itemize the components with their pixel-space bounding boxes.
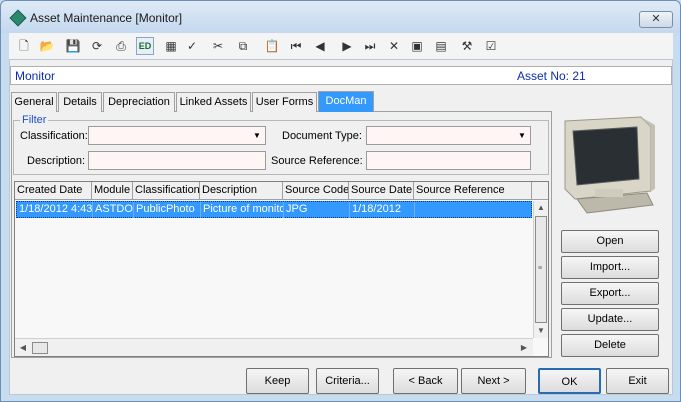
scroll-down-icon[interactable]: ▼ (535, 325, 547, 337)
ok-button[interactable]: OK (538, 368, 601, 394)
open-button[interactable]: Open (561, 230, 659, 253)
next-button[interactable]: Next > (461, 368, 526, 394)
classification-label: Classification: (20, 130, 88, 142)
horizontal-scrollbar[interactable]: ◀ ▶ (15, 338, 533, 356)
refresh-icon[interactable]: ⟳ (88, 37, 106, 55)
table-row[interactable]: 1/18/2012 4:43 ASTDOC PublicPhoto Pictur… (16, 201, 532, 218)
chevron-down-icon[interactable]: ▼ (251, 129, 263, 142)
scroll-right-icon[interactable]: ▶ (518, 342, 530, 354)
asset-maintenance-window: Asset Maintenance [Monitor] ✕ 🗋 📂 💾 ⟳ ⎙ ED ▦ ✓ ✂… (0, 0, 681, 402)
column-header-created-date[interactable]: Created Date (15, 182, 92, 200)
keep-button[interactable]: Keep (246, 368, 309, 394)
update-button[interactable]: Update... (561, 308, 659, 331)
column-header-spacer (532, 182, 548, 200)
cell-source-date: 1/18/2012 (350, 202, 415, 218)
record-header: Monitor Asset No: 21 (10, 66, 672, 85)
delete-button[interactable]: Delete (561, 334, 659, 357)
last-record-icon[interactable]: ⏭ (361, 37, 379, 55)
calculator-icon[interactable]: ▦ (162, 37, 180, 55)
document-type-dropdown[interactable]: ▼ (366, 126, 531, 145)
copy-icon[interactable]: ⧉ (234, 37, 252, 55)
scroll-left-icon[interactable]: ◀ (17, 342, 29, 354)
next-record-icon[interactable]: ▶ (338, 37, 356, 55)
checklist-icon[interactable]: ☑ (482, 37, 500, 55)
column-header-source-code[interactable]: Source Code (283, 182, 349, 200)
tab-linked-assets[interactable]: Linked Assets (176, 92, 251, 112)
chevron-down-icon[interactable]: ▼ (516, 129, 528, 142)
cell-classification: PublicPhoto (134, 202, 201, 218)
close-window-button[interactable]: ✕ (639, 11, 673, 28)
classification-dropdown[interactable]: ▼ (88, 126, 266, 145)
list-icon[interactable]: ▤ (432, 37, 450, 55)
column-header-source-reference[interactable]: Source Reference (414, 182, 532, 200)
horizontal-scroll-thumb[interactable] (32, 342, 48, 354)
toolbar: 🗋 📂 💾 ⟳ ⎙ ED ▦ ✓ ✂ ⧉ 📋 ⏮ ◀ ▶ ⏭ ✕ ▣ ▤ ⚒ ☑ (9, 33, 673, 59)
cut-icon[interactable]: ✂ (209, 37, 227, 55)
vertical-scroll-thumb[interactable]: ≡ (535, 216, 547, 323)
tools-icon[interactable]: ⚒ (458, 37, 476, 55)
criteria-button[interactable]: Criteria... (316, 368, 379, 394)
cell-source-reference (415, 202, 531, 218)
tab-user-forms[interactable]: User Forms (252, 92, 317, 112)
paste-icon[interactable]: 📋 (263, 37, 281, 55)
spellcheck-icon[interactable]: ✓ (183, 37, 201, 55)
title-bar: Asset Maintenance [Monitor] ✕ (1, 1, 680, 33)
column-header-module[interactable]: Module (92, 182, 133, 200)
exit-button[interactable]: Exit (606, 368, 669, 394)
monitor-photo (559, 113, 659, 221)
edit-icon[interactable]: ED (136, 37, 154, 55)
source-reference-label: Source Reference: (271, 155, 363, 167)
window-title: Asset Maintenance [Monitor] (30, 11, 183, 25)
asset-number: Asset No: 21 (517, 69, 586, 83)
new-icon[interactable]: 🗋 (15, 37, 33, 55)
record-title: Monitor (15, 69, 56, 83)
column-header-source-date[interactable]: Source Date (349, 182, 414, 200)
tab-general[interactable]: General (11, 92, 57, 112)
save-icon[interactable]: 💾 (64, 37, 82, 55)
document-type-label: Document Type: (282, 130, 362, 142)
back-button[interactable]: < Back (393, 368, 458, 394)
source-reference-input[interactable] (366, 151, 531, 170)
cell-created-date: 1/18/2012 4:43 (17, 202, 93, 218)
grid-icon[interactable]: ▣ (408, 37, 426, 55)
column-header-classification[interactable]: Classification (133, 182, 200, 200)
description-label: Description: (27, 155, 86, 167)
cell-module: ASTDOC (93, 202, 134, 218)
column-header-description[interactable]: Description (200, 182, 283, 200)
first-record-icon[interactable]: ⏮ (287, 37, 305, 55)
import-button[interactable]: Import... (561, 256, 659, 279)
documents-grid[interactable]: Created Date Module Classification Descr… (14, 181, 549, 357)
cell-description: Picture of monitor (201, 202, 284, 218)
description-input[interactable] (88, 151, 266, 170)
delete-icon[interactable]: ✕ (385, 37, 403, 55)
tab-details[interactable]: Details (58, 92, 102, 112)
tab-depreciation[interactable]: Depreciation (103, 92, 175, 112)
export-button[interactable]: Export... (561, 282, 659, 305)
filter-legend: Filter (20, 114, 49, 126)
app-icon (9, 9, 27, 27)
grip-icon: ≡ (538, 265, 543, 272)
open-folder-icon[interactable]: 📂 (38, 37, 56, 55)
previous-record-icon[interactable]: ◀ (311, 37, 329, 55)
print-icon[interactable]: ⎙ (112, 37, 130, 55)
cell-source-code: JPG (284, 202, 350, 218)
tab-docman[interactable]: DocMan (318, 91, 374, 112)
vertical-scrollbar[interactable]: ▲ ≡ ▼ (533, 201, 548, 338)
scroll-up-icon[interactable]: ▲ (535, 202, 547, 214)
